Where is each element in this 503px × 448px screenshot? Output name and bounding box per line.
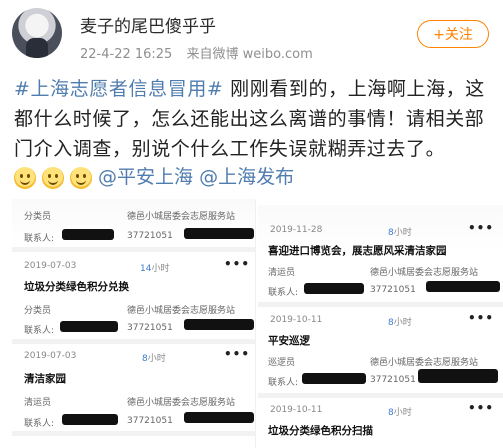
phone-number: 37721051 (127, 416, 173, 426)
attached-image-left[interactable]: 分类员 德邑小城居委会志愿服务站 联系人: 37721051 2019-07-0… (12, 199, 256, 448)
role-label: 巡逻员 (268, 358, 296, 368)
redaction (62, 414, 118, 425)
role-label: 分类员 (24, 212, 52, 222)
contact-label: 联系人: (268, 378, 299, 388)
attached-image-right[interactable]: 2019-11-28 8小时 ••• 喜迎进口博览会，展志愿风采清洁家园 清运员… (258, 205, 503, 448)
divider (258, 302, 503, 307)
contact-label: 联系人: (24, 419, 55, 429)
contact-label: 联系人: (268, 288, 299, 298)
mention-link[interactable]: @平安上海 (98, 166, 193, 188)
mention-link[interactable]: @上海发布 (199, 166, 294, 188)
role-label: 清运员 (268, 268, 296, 278)
record-title: 清洁家园 (24, 373, 66, 385)
avatar[interactable] (12, 8, 62, 58)
redaction (426, 281, 500, 292)
phone-number: 37721051 (127, 323, 173, 333)
more-icon[interactable]: ••• (468, 401, 494, 415)
record-hours: 8小时 (388, 228, 412, 238)
redaction (184, 412, 254, 423)
record-title: 垃圾分类绿色积分兑换 (24, 281, 129, 293)
org-label: 德邑小城居委会志愿服务站 (370, 268, 479, 278)
divider (258, 393, 503, 398)
org-label: 德邑小城居委会志愿服务站 (370, 358, 479, 368)
record-date: 2019-10-11 (270, 405, 323, 415)
redaction (184, 319, 254, 330)
role-label: 分类员 (24, 306, 52, 316)
record-title: 垃圾分类绿色积分扫描 (268, 425, 373, 437)
redaction (60, 321, 118, 332)
org-label: 德邑小城居委会志愿服务站 (127, 212, 236, 222)
record-title: 平安巡逻 (268, 335, 310, 347)
record-title: 喜迎进口博览会，展志愿风采清洁家园 (268, 245, 447, 257)
record-date: 2019-07-03 (24, 351, 77, 361)
more-icon[interactable]: ••• (224, 257, 250, 271)
record-hours: 8小时 (142, 354, 166, 364)
smile-emoji-icon (42, 166, 64, 189)
redaction (62, 229, 114, 240)
topic-link[interactable]: #上海志愿者信息冒用# (14, 78, 223, 100)
record-hours: 8小时 (388, 318, 412, 328)
divider (12, 247, 255, 252)
record-date: 2019-07-03 (24, 261, 77, 271)
post-meta: 22-4-22 16:25 来自微博 weibo.com (80, 43, 323, 62)
record-date: 2019-10-11 (270, 315, 323, 325)
post-body: #上海志愿者信息冒用# 刚刚看到的，上海啊上海，这都什么时候了，怎么还能出这么离… (14, 74, 490, 164)
post-source: 来自微博 weibo.com (186, 47, 313, 62)
username[interactable]: 麦子的尾巴傻乎乎 (80, 12, 216, 37)
smile-emoji-icon (14, 166, 36, 189)
redaction (418, 369, 498, 383)
divider (12, 339, 255, 344)
post-header: 麦子的尾巴傻乎乎 22-4-22 16:25 来自微博 weibo.com +关… (0, 0, 503, 66)
post-timestamp: 22-4-22 16:25 (80, 47, 173, 62)
record-hours: 14小时 (140, 264, 170, 274)
smile-emoji-icon (70, 166, 92, 189)
more-icon[interactable]: ••• (468, 221, 494, 235)
divider (12, 431, 255, 436)
phone-number: 37721051 (127, 231, 173, 241)
emoji-mention-line: @平安上海 @上海发布 (14, 162, 294, 190)
record-date: 2019-11-28 (270, 225, 323, 235)
phone-number: 37721051 (370, 285, 416, 295)
contact-label: 联系人: (24, 234, 55, 244)
org-label: 德邑小城居委会志愿服务站 (127, 398, 236, 408)
record-hours: 8小时 (388, 408, 412, 418)
redaction (184, 228, 254, 239)
follow-button[interactable]: +关注 (417, 20, 489, 48)
role-label: 清运员 (24, 398, 52, 408)
more-icon[interactable]: ••• (468, 311, 494, 325)
redaction (304, 283, 364, 294)
more-icon[interactable]: ••• (224, 347, 250, 361)
phone-number: 37721051 (370, 375, 416, 385)
redaction (302, 373, 366, 384)
org-label: 德邑小城居委会志愿服务站 (127, 306, 236, 316)
contact-label: 联系人: (24, 326, 55, 336)
